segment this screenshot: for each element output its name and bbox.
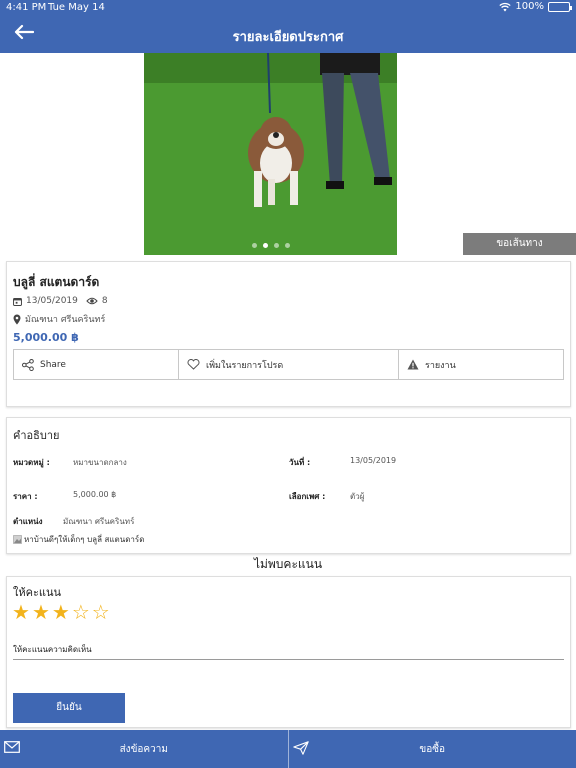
- gallery-dot-active[interactable]: [262, 243, 268, 248]
- rating-card: ให้คะแนน ★ ★ ★ ☆ ☆ ให้คะแนนความคิดเห็น ย…: [6, 576, 571, 728]
- listing-date: 13/05/2019: [26, 296, 78, 306]
- report-button[interactable]: รายงาน: [399, 350, 563, 379]
- calendar-icon: [13, 297, 22, 306]
- date-value: 13/05/2019: [350, 456, 397, 465]
- listing-price: 5,000.00 ฿: [13, 331, 79, 344]
- listing-info-card: บลูลี่ สแตนดาร์ด 13/05/2019 8 มัณฑนา ศรี…: [6, 261, 571, 407]
- dog-photo-illustration: [144, 53, 397, 255]
- bottom-action-bar: ส่งข้อความ ขอซื้อ: [0, 730, 576, 768]
- rating-title: ให้คะแนน: [13, 586, 62, 599]
- status-bar: 4:41 PM Tue May 14 100%: [0, 0, 576, 16]
- buy-request-label: ขอซื้อ: [419, 744, 446, 755]
- listing-meta: 13/05/2019 8: [13, 296, 108, 306]
- add-favorite-button[interactable]: เพิ่มในรายการโปรด: [179, 350, 399, 379]
- description-card: คำอธิบาย หมวดหมู่ : หมาขนาดกลาง วันที่ :…: [6, 417, 571, 554]
- listing-views: 8: [101, 296, 108, 306]
- buy-request-button[interactable]: ขอซื้อ: [289, 730, 576, 768]
- gallery-dots: [144, 243, 397, 248]
- category-value: หมาขนาดกลาง: [73, 458, 127, 467]
- listing-location: มัณฑนา ศรีนครินทร์: [25, 315, 106, 325]
- status-date: Tue May 14: [48, 2, 105, 13]
- location-pin-icon: [13, 314, 21, 324]
- listing-photo[interactable]: [144, 53, 397, 255]
- gender-value: ตัวผู้: [350, 492, 365, 501]
- battery-percent: 100%: [515, 1, 544, 12]
- price-value: 5,000.00 ฿: [73, 490, 117, 499]
- warning-icon: [407, 359, 419, 370]
- battery-icon: [548, 1, 572, 12]
- report-label: รายงาน: [425, 360, 456, 371]
- description-title: คำอธิบาย: [13, 429, 60, 442]
- share-icon: [22, 358, 34, 371]
- price-label: ราคา :: [13, 492, 38, 501]
- eye-icon: [86, 297, 98, 305]
- page-title: รายละเอียดประกาศ: [232, 30, 344, 45]
- date-label: วันที่ :: [289, 458, 311, 467]
- star-filled-icon[interactable]: ★: [52, 601, 70, 623]
- no-rating-text: ไม่พบคะแนน: [253, 557, 323, 571]
- heart-icon: [187, 359, 200, 370]
- submit-rating-button[interactable]: ยืนยัน: [13, 693, 125, 723]
- star-rating[interactable]: ★ ★ ★ ☆ ☆: [12, 601, 110, 623]
- share-button[interactable]: Share: [14, 350, 179, 379]
- gallery-dot[interactable]: [273, 243, 279, 248]
- directions-button[interactable]: ขอเส้นทาง: [463, 233, 576, 255]
- status-indicators: 100%: [499, 1, 572, 12]
- share-label: Share: [40, 359, 66, 370]
- listing-location-row: มัณฑนา ศรีนครินทร์: [13, 312, 105, 326]
- gender-label: เลือกเพศ :: [289, 492, 326, 501]
- status-time: 4:41 PM: [6, 2, 47, 13]
- star-empty-icon[interactable]: ☆: [92, 601, 110, 623]
- action-row: Share เพิ่มในรายการโปรด รายงาน: [13, 349, 564, 380]
- comment-field-label: ให้คะแนนความคิดเห็น: [13, 645, 92, 654]
- location-label: ตำแหน่ง: [13, 517, 43, 526]
- app-header: 4:41 PM Tue May 14 100% รายละเอียดประกาศ: [0, 0, 576, 53]
- star-empty-icon[interactable]: ☆: [72, 601, 90, 623]
- image-placeholder-icon: [13, 535, 22, 544]
- listing-name: บลูลี่ สแตนดาร์ด: [13, 275, 100, 289]
- gallery-dot[interactable]: [284, 243, 290, 248]
- comment-input[interactable]: [13, 659, 564, 660]
- description-text: หาบ้านดีๆให้เด็กๆ บลูลี่ สแตนดาร์ด: [24, 535, 145, 544]
- location-value: มัณฑนา ศรีนครินทร์: [63, 517, 135, 526]
- send-message-label: ส่งข้อความ: [119, 744, 168, 755]
- send-message-button[interactable]: ส่งข้อความ: [0, 730, 289, 768]
- category-label: หมวดหมู่ :: [13, 458, 50, 467]
- favorite-label: เพิ่มในรายการโปรด: [206, 360, 284, 371]
- star-filled-icon[interactable]: ★: [12, 601, 30, 623]
- star-filled-icon[interactable]: ★: [32, 601, 50, 623]
- gallery-dot[interactable]: [251, 243, 257, 248]
- wifi-icon: [499, 2, 512, 11]
- description-text-row: หาบ้านดีๆให้เด็กๆ บลูลี่ สแตนดาร์ด: [13, 533, 144, 546]
